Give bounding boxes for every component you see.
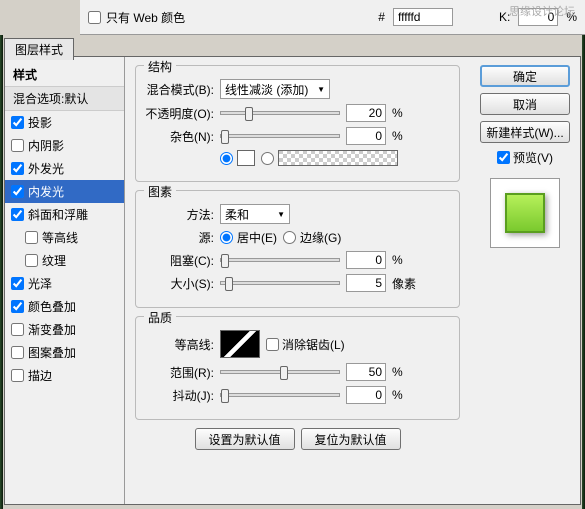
style-item-5[interactable]: 等高线 (5, 226, 124, 249)
opacity-input[interactable] (346, 104, 386, 122)
jitter-slider[interactable] (220, 393, 340, 397)
right-panel: 确定 取消 新建样式(W)... 预览(V) (470, 57, 580, 504)
style-item-label: 等高线 (42, 229, 78, 246)
set-default-button[interactable]: 设置为默认值 (195, 428, 295, 450)
method-label: 方法: (144, 206, 214, 223)
size-input[interactable] (346, 274, 386, 292)
cancel-button[interactable]: 取消 (480, 93, 570, 115)
ok-button[interactable]: 确定 (480, 65, 570, 87)
style-item-1[interactable]: 内阴影 (5, 134, 124, 157)
style-item-10[interactable]: 图案叠加 (5, 341, 124, 364)
style-item-6[interactable]: 纹理 (5, 249, 124, 272)
hex-input[interactable] (393, 8, 453, 26)
range-input[interactable] (346, 363, 386, 381)
styles-list: 样式 混合选项:默认 投影内阴影外发光内发光斜面和浮雕等高线纹理光泽颜色叠加渐变… (5, 57, 125, 504)
range-label: 范围(R): (144, 364, 214, 381)
settings-panel: 结构 混合模式(B): 线性减淡 (添加) 不透明度(O): % 杂色(N): … (125, 57, 470, 504)
source-edge-radio[interactable]: 边缘(G) (283, 229, 341, 246)
style-item-label: 颜色叠加 (28, 298, 76, 315)
blend-mode-select[interactable]: 线性减淡 (添加) (220, 79, 330, 99)
opacity-slider[interactable] (220, 111, 340, 115)
hash-label: # (378, 10, 385, 24)
style-item-8[interactable]: 颜色叠加 (5, 295, 124, 318)
watermark: 思缘设计论坛 (509, 3, 575, 19)
style-item-label: 光泽 (28, 275, 52, 292)
blending-options-header[interactable]: 混合选项:默认 (5, 87, 124, 111)
style-item-9[interactable]: 渐变叠加 (5, 318, 124, 341)
web-only-checkbox[interactable]: 只有 Web 颜色 (88, 9, 185, 26)
method-select[interactable]: 柔和 (220, 204, 290, 224)
quality-group: 品质 等高线: 消除锯齿(L) 范围(R): % 抖动(J): % (135, 316, 460, 420)
color-source-solid[interactable] (220, 150, 255, 166)
style-item-label: 描边 (28, 367, 52, 384)
reset-default-button[interactable]: 复位为默认值 (301, 428, 401, 450)
style-item-2[interactable]: 外发光 (5, 157, 124, 180)
anti-alias-checkbox[interactable]: 消除锯齿(L) (266, 336, 345, 353)
layer-style-dialog: 样式 混合选项:默认 投影内阴影外发光内发光斜面和浮雕等高线纹理光泽颜色叠加渐变… (4, 56, 581, 505)
style-item-label: 内发光 (28, 183, 64, 200)
opacity-label: 不透明度(O): (144, 105, 214, 122)
choke-label: 阻塞(C): (144, 252, 214, 269)
structure-group: 结构 混合模式(B): 线性减淡 (添加) 不透明度(O): % 杂色(N): … (135, 65, 460, 182)
style-item-label: 外发光 (28, 160, 64, 177)
blend-mode-label: 混合模式(B): (144, 81, 214, 98)
style-item-3[interactable]: 内发光 (5, 180, 124, 203)
contour-label: 等高线: (144, 336, 214, 353)
noise-input[interactable] (346, 127, 386, 145)
size-label: 大小(S): (144, 275, 214, 292)
style-item-label: 投影 (28, 114, 52, 131)
contour-picker[interactable] (220, 330, 260, 358)
noise-slider[interactable] (220, 134, 340, 138)
preview-thumbnail (490, 178, 560, 248)
style-item-label: 斜面和浮雕 (28, 206, 88, 223)
style-item-label: 纹理 (42, 252, 66, 269)
styles-header[interactable]: 样式 (5, 63, 124, 87)
new-style-button[interactable]: 新建样式(W)... (480, 121, 570, 143)
style-item-11[interactable]: 描边 (5, 364, 124, 387)
size-slider[interactable] (220, 281, 340, 285)
jitter-label: 抖动(J): (144, 387, 214, 404)
jitter-input[interactable] (346, 386, 386, 404)
choke-input[interactable] (346, 251, 386, 269)
source-label: 源: (144, 229, 214, 246)
preview-swatch-icon (505, 193, 545, 233)
style-item-7[interactable]: 光泽 (5, 272, 124, 295)
style-item-label: 图案叠加 (28, 344, 76, 361)
style-item-0[interactable]: 投影 (5, 111, 124, 134)
style-item-label: 内阴影 (28, 137, 64, 154)
range-slider[interactable] (220, 370, 340, 374)
source-center-radio[interactable]: 居中(E) (220, 229, 277, 246)
style-item-label: 渐变叠加 (28, 321, 76, 338)
color-source-gradient[interactable] (261, 150, 398, 166)
dialog-tab[interactable]: 图层样式 (4, 38, 74, 60)
preview-checkbox[interactable]: 预览(V) (497, 149, 553, 166)
elements-group: 图素 方法: 柔和 源: 居中(E) 边缘(G) 阻塞(C): % 大小(S):… (135, 190, 460, 308)
noise-label: 杂色(N): (144, 128, 214, 145)
style-item-4[interactable]: 斜面和浮雕 (5, 203, 124, 226)
choke-slider[interactable] (220, 258, 340, 262)
